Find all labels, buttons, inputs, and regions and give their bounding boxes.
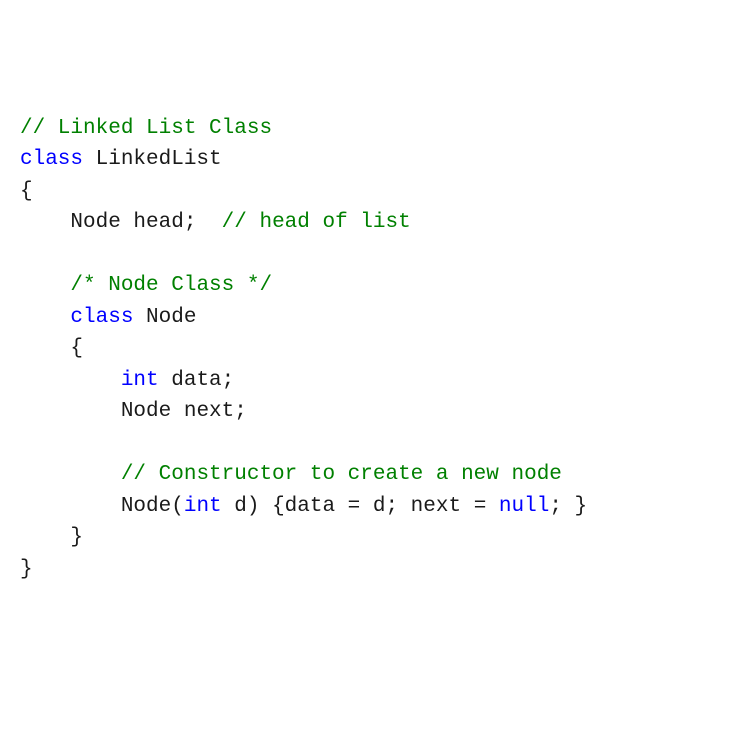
code-token: } <box>70 526 83 549</box>
code-line: class LinkedList <box>20 144 724 176</box>
code-token: Node( <box>121 495 184 518</box>
code-token: d) {data = d; next = <box>222 495 499 518</box>
code-token: // Constructor to create a new node <box>121 463 562 486</box>
code-token: Node <box>133 306 196 329</box>
code-line: /* Node Class */ <box>20 270 724 302</box>
code-token: // Linked List Class <box>20 117 272 140</box>
code-line: Node head; // head of list <box>20 207 724 239</box>
code-line: Node next; <box>20 396 724 428</box>
code-line <box>20 428 724 460</box>
code-token: data; <box>159 369 235 392</box>
code-line: int data; <box>20 365 724 397</box>
code-line: // Constructor to create a new node <box>20 459 724 491</box>
code-line: { <box>20 176 724 208</box>
code-token: class <box>70 306 133 329</box>
code-token: // head of list <box>222 211 411 234</box>
code-token: { <box>20 180 33 203</box>
code-line: // Linked List Class <box>20 113 724 145</box>
code-token: { <box>70 337 83 360</box>
code-token: null <box>499 495 549 518</box>
code-token: /* Node Class */ <box>70 274 272 297</box>
code-token: Node next; <box>121 400 247 423</box>
code-token: LinkedList <box>83 148 222 171</box>
code-token: class <box>20 148 83 171</box>
code-line: { <box>20 333 724 365</box>
code-line: Node(int d) {data = d; next = null; } <box>20 491 724 523</box>
code-token: ; } <box>549 495 587 518</box>
code-token: Node head; <box>70 211 221 234</box>
code-line: class Node <box>20 302 724 334</box>
code-line <box>20 239 724 271</box>
code-line: } <box>20 554 724 586</box>
code-block: // Linked List Class class LinkedList { No… <box>20 113 724 586</box>
code-token: int <box>184 495 222 518</box>
code-token: } <box>20 558 33 581</box>
code-token: int <box>121 369 159 392</box>
code-line: } <box>20 522 724 554</box>
